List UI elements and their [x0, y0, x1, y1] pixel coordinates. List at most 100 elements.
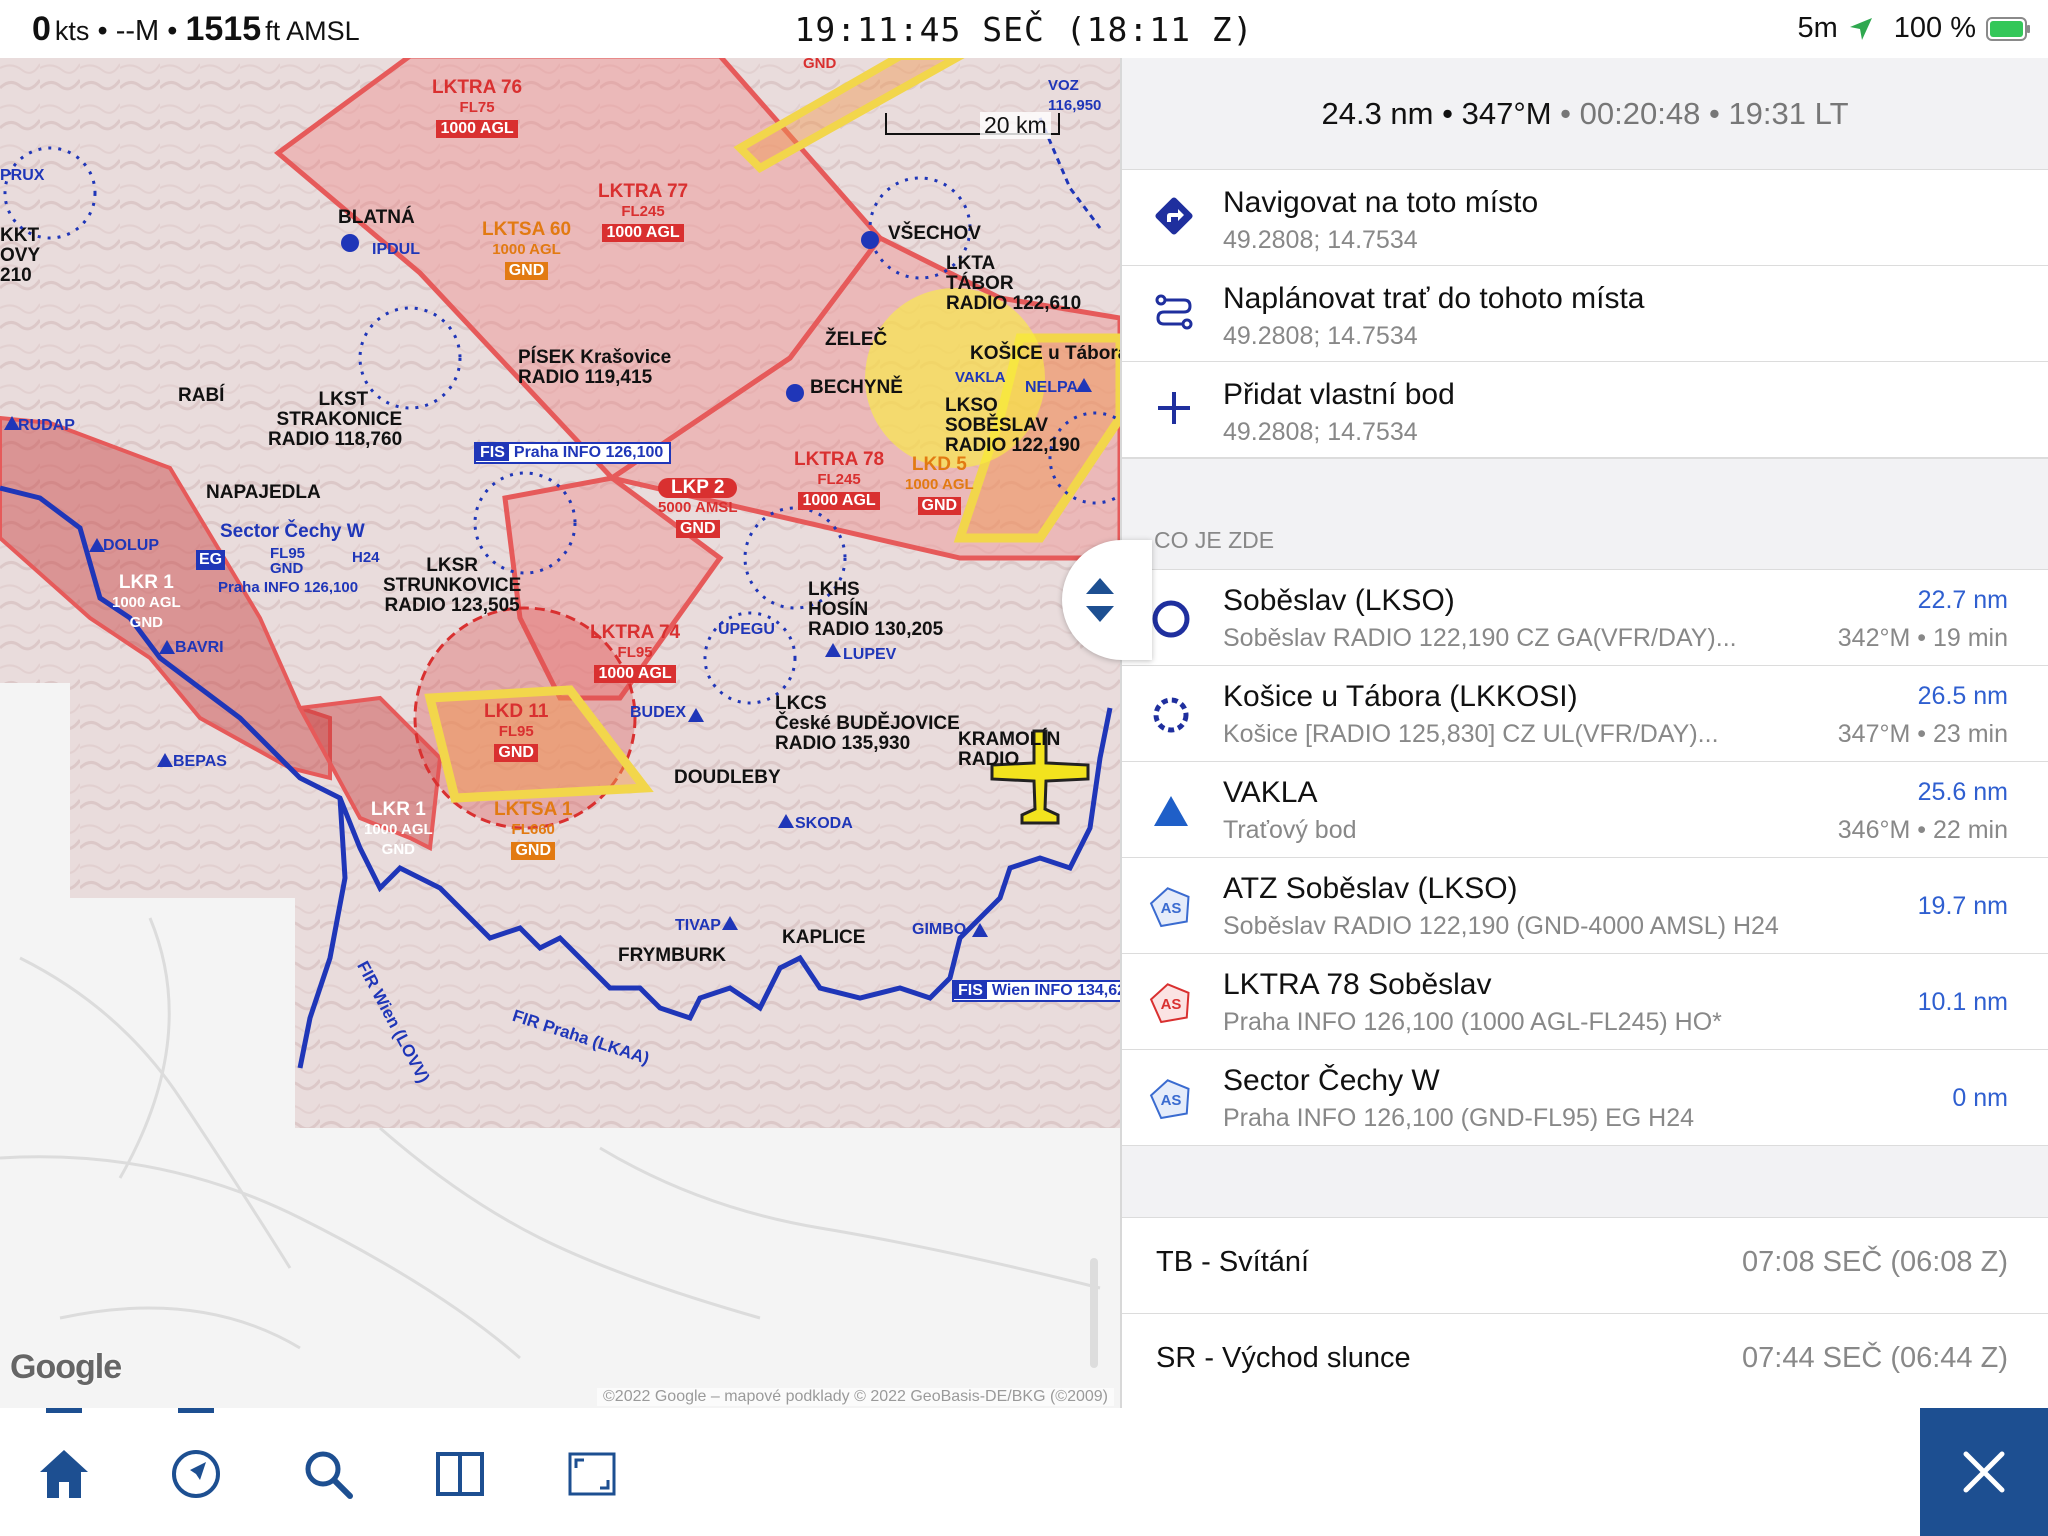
waypoint-label: BEPAS — [173, 753, 227, 770]
airspace-lower: 1000 AGL — [602, 224, 684, 242]
navigation-icon[interactable] — [166, 1444, 226, 1504]
waypoint-label: RUDAP — [18, 417, 75, 434]
place-distance: 0 nm — [1952, 1084, 2008, 1112]
airspace-label: LKTRA 74 FL95 1000 AGL — [590, 623, 680, 683]
navaid-name: VOZ — [1048, 77, 1079, 94]
place-bearing-time: 346°M • 22 min — [1837, 816, 2008, 844]
action-coords: 49.2808; 14.7534 — [1223, 322, 1418, 350]
place-distance: 25.6 nm — [1917, 778, 2008, 806]
place-distance: 19.7 nm — [1917, 892, 2008, 920]
airspace-lower: GND — [381, 841, 415, 858]
airspace-name: LKP 2 — [658, 478, 738, 498]
fullscreen-icon[interactable] — [562, 1444, 622, 1504]
airspace-lower: GND — [917, 497, 962, 515]
close-panel-button[interactable] — [1920, 1408, 2048, 1536]
action-title: Naplánovat trať do tohoto místa — [1223, 282, 1645, 315]
status-bar: 0 kts • --M • 1515 ft AMSL 19:11:45 SEČ (1… — [0, 0, 2048, 58]
add-waypoint-button[interactable]: Přidat vlastní bod 49.2808; 14.7534 — [1122, 362, 2048, 458]
action-title: Navigovat na toto místo — [1223, 186, 1539, 219]
waypoint-label: NELPA — [1025, 379, 1079, 396]
place-freq: RADIO — [958, 749, 1020, 770]
system-status: 5m 100 % — [1797, 12, 2032, 45]
navigate-to-button[interactable]: Navigovat na toto místo 49.2808; 14.7534 — [1122, 170, 2048, 266]
gps-accuracy: 5m — [1797, 12, 1838, 44]
airspace-upper: FL95 — [617, 644, 653, 661]
airspace-badge: AS — [1161, 900, 1182, 917]
waypoint-label: BAVRI — [175, 639, 224, 656]
place-name: PÍSEK Krašovice — [518, 347, 672, 368]
airport-icon — [1152, 600, 1190, 638]
list-item-airspace[interactable]: AS Sector Čechy W Praha INFO 126,100 (GN… — [1122, 1050, 2048, 1146]
airspace-lower: GND — [511, 842, 556, 860]
place-freq: RADIO 130,205 — [808, 619, 944, 640]
waypoint-label: BUDEX — [630, 704, 687, 721]
list-item-airspace[interactable]: AS LKTRA 78 Soběslav Praha INFO 126,100 … — [1122, 954, 2048, 1050]
place-title: Košice u Tábora (LKKOSI) — [1223, 680, 1578, 713]
airspace-label: LKTRA 76 FL75 1000 AGL — [432, 78, 522, 138]
waypoint-label: TIVAP — [675, 917, 721, 934]
place-name: České BUDĚJOVICE — [775, 713, 960, 734]
section-spacer — [1122, 458, 2048, 522]
sector-label: Sector Čechy W — [220, 521, 365, 542]
place-label: LKHS HOSÍN RADIO 130,205 — [808, 580, 943, 640]
airspace-upper: 1000 AGL — [112, 594, 181, 611]
place-label: KAPLICE — [782, 927, 866, 948]
action-coords: 49.2808; 14.7534 — [1223, 418, 1418, 446]
airspace-badge: AS — [1161, 996, 1182, 1013]
airspace-name: LKTSA 1 — [494, 799, 573, 820]
map-view[interactable]: LKTRA 76 FL75 1000 AGL LKTRA 77 FL245 1000 A… — [0, 58, 1120, 1408]
sun-row-dawn: TB - Svítání 07:08 SEČ (06:08 Z) — [1122, 1218, 2048, 1314]
waypoint-label: SKODA — [795, 815, 853, 832]
airspace-lower: GND — [129, 614, 163, 631]
summary-bearing: 347°M — [1461, 96, 1552, 131]
place-subtitle: Traťový bod — [1223, 816, 1357, 844]
place-label: LKSR STRUNKOVICE RADIO 123,505 — [383, 556, 521, 616]
battery-icon — [1986, 16, 2030, 41]
sun-time: 07:08 SEČ (06:08 Z) — [1742, 1246, 2008, 1278]
list-item-ul-airfield[interactable]: Košice u Tábora (LKKOSI) Košice [RADIO 1… — [1122, 666, 2048, 762]
airspace-badge: AS — [1161, 1092, 1182, 1109]
airspace-name: LKR 1 — [370, 799, 426, 820]
list-item-airspace[interactable]: AS ATZ Soběslav (LKSO) Soběslav RADIO 12… — [1122, 858, 2048, 954]
airspace-red-icon: AS — [1149, 983, 1190, 1024]
separator: • — [1442, 96, 1453, 131]
place-freq: RADIO 118,760 — [268, 429, 403, 450]
place-label: DOUDLEBY — [674, 767, 781, 788]
place-name: LKST — [318, 389, 369, 410]
place-bearing-time: 342°M • 19 min — [1837, 624, 2008, 652]
fis-freq: Wien INFO 134,625 — [991, 982, 1120, 999]
waypoint-label: DOLUP — [103, 537, 159, 554]
airspace-lower: 1000 AGL — [594, 665, 676, 683]
split-view-icon[interactable] — [430, 1444, 490, 1504]
action-title: Přidat vlastní bod — [1223, 378, 1455, 411]
airspace-label: LKTSA 1 FL660 GND — [494, 800, 572, 860]
airspace-name: LKD 11 — [484, 701, 549, 722]
airspace-name: LKTRA 74 — [590, 622, 681, 643]
home-icon[interactable] — [34, 1444, 94, 1504]
map-scrollbar[interactable] — [1090, 1258, 1098, 1368]
airspace-name: LKD 5 — [911, 454, 967, 475]
summary-distance: 24.3 nm — [1321, 96, 1434, 131]
list-item-waypoint[interactable]: VAKLA Traťový bod 25.6 nm 346°M • 22 min — [1122, 762, 2048, 858]
airspace-label: LKD 5 1000 AGL GND — [905, 455, 974, 515]
place-freq: RADIO 122,190 — [945, 435, 1081, 456]
place-name: STRAKONICE — [276, 409, 403, 430]
airspace-label: LKTSA 60 1000 AGL GND — [482, 220, 571, 280]
place-label: LKTA TÁBOR RADIO 122,610 — [946, 254, 1081, 314]
summary-ete: 00:20:48 — [1579, 96, 1701, 131]
airspace-label: LKR 1 1000 AGL GND — [364, 800, 433, 860]
place-name: HOSÍN — [808, 599, 869, 620]
place-name: LKSR — [426, 555, 479, 576]
place-name: LKCS — [775, 693, 827, 714]
place-label: LKST STRAKONICE RADIO 118,760 — [268, 390, 402, 450]
tab-bar — [0, 1408, 2048, 1536]
airspace-upper: FL245 — [817, 471, 861, 488]
place-freq: RADIO 122,610 — [946, 293, 1082, 314]
list-item-airport[interactable]: Soběslav (LKSO) Soběslav RADIO 122,190 C… — [1122, 570, 2048, 666]
plan-route-button[interactable]: Naplánovat trať do tohoto místa 49.2808;… — [1122, 266, 2048, 362]
close-icon — [1963, 1451, 2005, 1493]
place-name: KKT — [0, 225, 40, 246]
place-name: KRAMOLÍN — [958, 729, 1061, 750]
search-icon[interactable] — [298, 1444, 358, 1504]
place-title: Sector Čechy W — [1223, 1064, 1440, 1097]
